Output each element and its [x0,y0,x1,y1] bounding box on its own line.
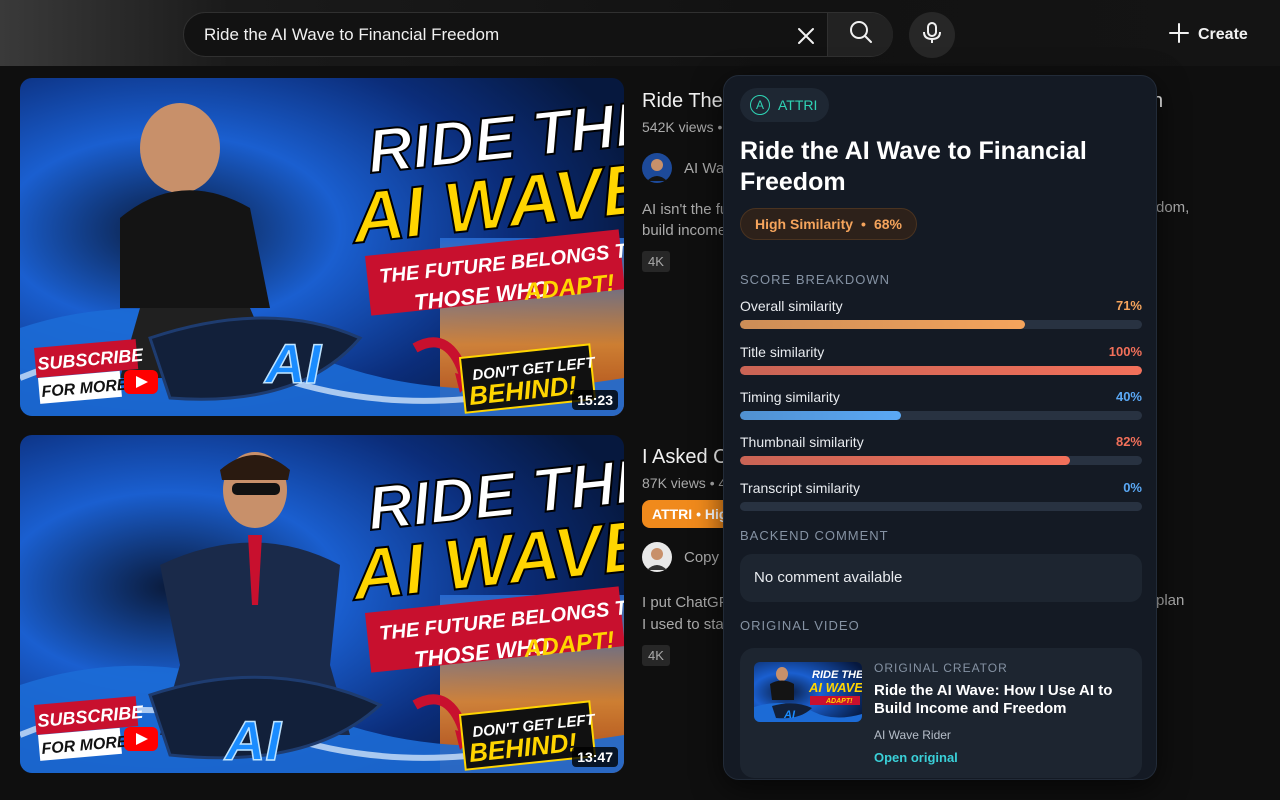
video-description-line-1: AI isn't the fu [642,201,729,218]
thumb-board-text: AI [223,709,282,772]
attri-logo-icon: A [750,95,770,115]
similarity-value: 68% [873,216,902,232]
score-value: 40% [1115,389,1142,404]
channel-row[interactable]: Copy [642,542,719,572]
score-bar-fill [740,366,1142,375]
search-button[interactable] [827,13,893,56]
create-label: Create [1198,26,1248,43]
video-title[interactable]: Ride The [642,90,723,113]
top-bar: Ride the AI Wave to Financial Freedom Cr… [0,0,1280,66]
score-value: 0% [1123,480,1142,495]
video-thumbnail[interactable]: AI RIDE THE AI WAVE THE FUTURE BELONGS T… [20,78,624,416]
score-label: Overall similarity [740,298,843,314]
original-video-card[interactable]: AI RIDE THE AI WAVE ADAPT! ORIGINAL CREA… [740,648,1142,778]
quality-badge: 4K [642,251,670,272]
score-bar-track [740,320,1142,329]
video-meta: 542K views • [642,119,723,135]
score-label: Timing similarity [740,389,840,405]
search-box[interactable]: Ride the AI Wave to Financial Freedom [183,12,893,57]
original-thumb-board: AI [783,709,796,721]
search-icon [848,19,874,50]
similarity-badge: High Similarity • 68% [740,208,917,240]
avatar [642,153,672,183]
video-duration: 13:47 [572,747,618,767]
panel-title: Ride the AI Wave to Financial Freedom [740,137,1087,196]
score-bar-fill [740,320,1026,329]
backend-comment-heading: BACKEND COMMENT [740,528,889,543]
attri-brand: A ATTRI [740,88,830,122]
score-value: 71% [1115,298,1142,313]
score-bar-fill [740,456,1070,465]
original-creator-label: ORIGINAL CREATOR [874,661,1008,675]
score-bar-fill [740,411,901,420]
open-original-link[interactable]: Open original [874,750,958,765]
video-description-line-2: build income [642,222,727,239]
video-title[interactable]: I Asked C [642,446,728,469]
score-bar-track [740,411,1142,420]
score-bar-track [740,366,1142,375]
channel-name: AI Wa [684,159,725,177]
similarity-label: High Similarity [755,216,854,232]
bullet-separator: • [861,216,866,232]
score-label: Title similarity [740,344,825,360]
score-label: Thumbnail similarity [740,434,864,450]
score-bar-track [740,456,1142,465]
video-description-tail: dom, [1156,199,1190,216]
voice-search-button[interactable] [909,12,955,58]
score-value: 100% [1108,344,1142,359]
channel-name: Copy [684,548,720,566]
attri-panel: A ATTRI Ride the AI Wave to Financial Fr… [723,75,1157,780]
quality-badge: 4K [642,645,670,666]
original-video-heading: ORIGINAL VIDEO [740,618,860,633]
video-duration: 15:23 [572,390,618,410]
create-button[interactable]: Create [1168,20,1248,50]
plus-icon [1168,22,1190,49]
original-thumb-line-2: AI WAVE [808,680,862,695]
video-description-line-1: I put ChatGF [642,594,728,611]
original-thumb-accent: ADAPT! [825,698,853,705]
microphone-icon [921,21,943,50]
video-thumbnail[interactable]: AI RIDE THE AI WAVE THE FUTURE BELONGS T… [20,435,624,773]
original-thumbnail[interactable]: AI RIDE THE AI WAVE ADAPT! [754,662,862,722]
close-icon[interactable] [792,22,820,50]
video-description-tail: plan [1156,592,1185,609]
search-input[interactable]: Ride the AI Wave to Financial Freedom [204,25,499,45]
video-description-line-2: I used to sta [642,616,724,633]
score-value: 82% [1115,434,1142,449]
video-meta: 87K views • 4 [642,475,727,491]
score-breakdown-heading: SCORE BREAKDOWN [740,272,891,287]
score-label: Transcript similarity [740,480,861,496]
avatar [642,542,672,572]
channel-row[interactable]: AI Wa [642,153,724,183]
attri-brand-label: ATTRI [778,97,818,113]
original-video-title[interactable]: Ride the AI Wave: How I Use AI to Build … [874,682,1130,718]
backend-comment: No comment available [740,554,1142,602]
thumb-board-text: AI [263,332,322,395]
original-channel-name: AI Wave Rider [874,728,951,742]
score-bar-track [740,502,1142,511]
